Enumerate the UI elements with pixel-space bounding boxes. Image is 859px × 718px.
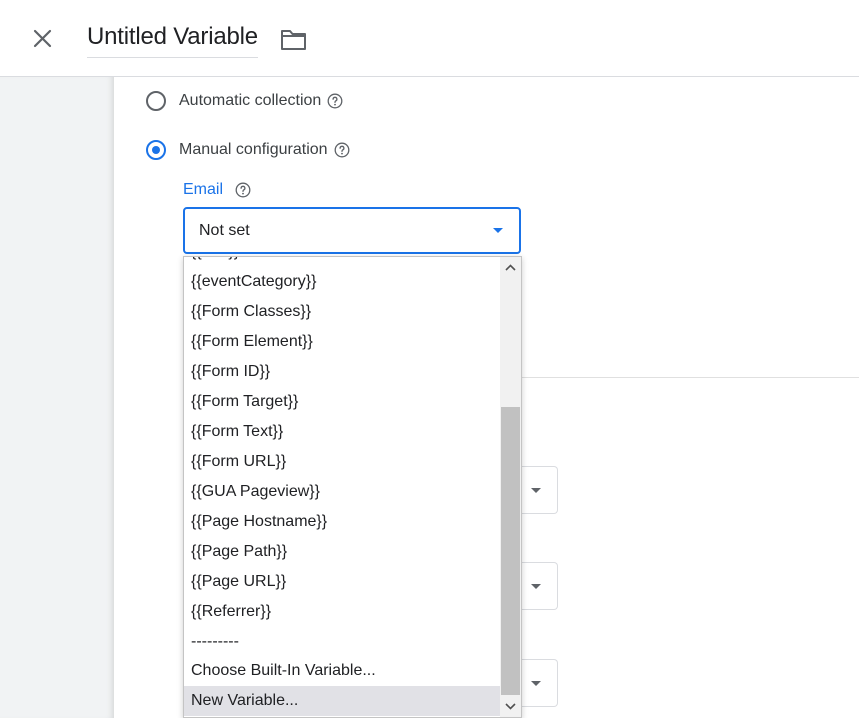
choose-built-in-variable-option[interactable]: Choose Built-In Variable... — [184, 656, 500, 686]
scrollbar[interactable] — [500, 257, 521, 717]
list-item[interactable]: {{Form Classes}} — [184, 297, 500, 327]
new-variable-option[interactable]: New Variable... — [184, 686, 500, 716]
dropdown-arrow-icon — [531, 488, 541, 493]
list-item[interactable]: {{Page Path}} — [184, 537, 500, 567]
scroll-down-icon[interactable] — [500, 697, 521, 715]
close-icon[interactable] — [28, 24, 58, 54]
list-item[interactable]: {{Form Target}} — [184, 387, 500, 417]
section-divider — [520, 377, 859, 378]
background-select-2[interactable] — [520, 562, 558, 610]
radio-checked-icon[interactable] — [146, 140, 166, 160]
editor-header: Untitled Variable — [0, 0, 859, 77]
dropdown-arrow-icon — [531, 681, 541, 686]
help-icon[interactable] — [327, 93, 343, 109]
automatic-collection-radio[interactable]: Automatic collection — [146, 91, 343, 111]
scrollbar-thumb[interactable] — [501, 407, 520, 695]
manual-configuration-radio[interactable]: Manual configuration — [146, 140, 350, 160]
help-icon[interactable] — [235, 182, 251, 198]
list-item[interactable]: {{Page URL}} — [184, 567, 500, 597]
email-label-text: Email — [183, 181, 224, 198]
scroll-up-icon[interactable] — [500, 259, 521, 277]
background-select-1[interactable] — [520, 466, 558, 514]
folder-icon[interactable] — [280, 26, 308, 54]
list-item[interactable]: {{Form URL}} — [184, 447, 500, 477]
list-item[interactable]: {{Page Hostname}} — [184, 507, 500, 537]
side-panel-background — [0, 77, 114, 718]
list-item[interactable]: {{......}} — [184, 257, 500, 267]
email-select[interactable]: Not set — [183, 207, 521, 254]
dropdown-arrow-icon — [493, 228, 503, 233]
list-item[interactable]: {{Form Text}} — [184, 417, 500, 447]
email-field-label: Email — [183, 181, 251, 199]
email-select-value: Not set — [199, 222, 250, 239]
list-item[interactable]: {{Form Element}} — [184, 327, 500, 357]
list-item[interactable]: {{GUA Pageview}} — [184, 477, 500, 507]
help-icon[interactable] — [334, 142, 350, 158]
list-item[interactable]: {{Referrer}} — [184, 597, 500, 627]
list-separator: --------- — [191, 633, 239, 650]
dropdown-arrow-icon — [531, 584, 541, 589]
radio-unchecked-icon[interactable] — [146, 91, 166, 111]
variable-dropdown-list[interactable]: {{......}} {{eventCategory}} {{Form Clas… — [183, 256, 522, 718]
manual-configuration-label: Manual configuration — [179, 141, 328, 158]
variable-title[interactable]: Untitled Variable — [87, 23, 258, 58]
list-item[interactable]: {{eventCategory}} — [184, 267, 500, 297]
automatic-collection-label: Automatic collection — [179, 92, 322, 109]
list-item[interactable]: {{Form ID}} — [184, 357, 500, 387]
background-select-3[interactable] — [520, 659, 558, 707]
